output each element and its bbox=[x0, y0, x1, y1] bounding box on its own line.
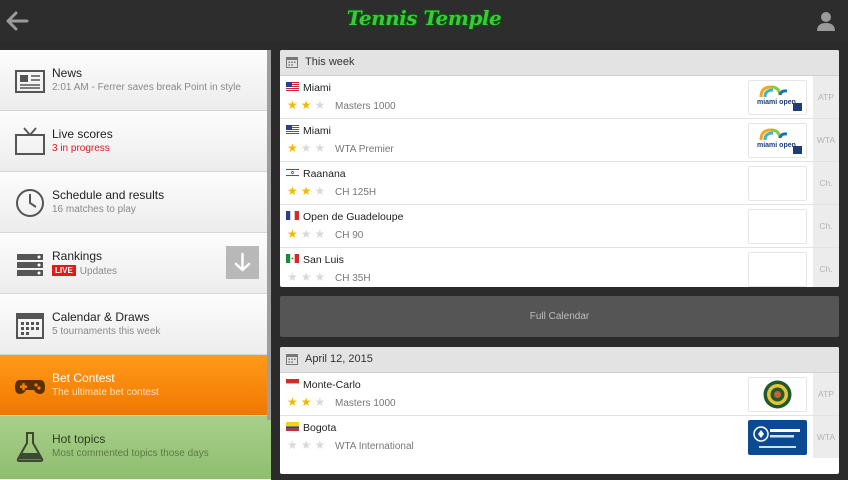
flask-icon bbox=[16, 432, 44, 462]
tournament-row[interactable]: Miami ★★★ WTA Premier miami open WTA bbox=[280, 119, 839, 162]
sidebar-item-label: Live scores bbox=[52, 127, 113, 141]
flag-fr-icon bbox=[286, 211, 299, 220]
tournament-category: Masters 1000 bbox=[335, 398, 396, 409]
tournament-logo-empty bbox=[748, 209, 807, 244]
live-badge: LIVE bbox=[52, 265, 76, 276]
tv-icon bbox=[15, 127, 45, 155]
rating-stars: ★★★ bbox=[287, 227, 329, 241]
bbva-colsanitas-logo bbox=[748, 420, 807, 455]
sidebar-scrollbar[interactable] bbox=[267, 50, 271, 420]
miami-open-logo: miami open bbox=[748, 80, 807, 115]
sidebar-item-subtitle: 5 tournaments this week bbox=[52, 326, 161, 337]
sidebar-item-rankings[interactable]: Rankings LIVE Updates bbox=[0, 233, 271, 294]
flag-mx-icon bbox=[286, 254, 299, 263]
full-calendar-button[interactable]: Full Calendar bbox=[280, 296, 839, 337]
tournament-logo-empty bbox=[748, 166, 807, 201]
flag-co-icon bbox=[286, 422, 299, 431]
rating-stars: ★★★ bbox=[287, 270, 329, 284]
top-bar: Tennis Temple bbox=[0, 0, 848, 42]
tournament-logo-empty bbox=[748, 252, 807, 287]
download-button[interactable] bbox=[226, 246, 259, 279]
tournament-name: Open de Guadeloupe bbox=[303, 211, 404, 223]
rating-stars: ★★★ bbox=[287, 395, 329, 409]
svg-text:miami open: miami open bbox=[757, 99, 796, 106]
tournament-name: Monte-Carlo bbox=[303, 379, 361, 391]
calendar-icon bbox=[16, 313, 44, 339]
rating-stars: ★★★ bbox=[287, 438, 329, 452]
calendar-small-icon bbox=[286, 354, 298, 365]
app-logo: Tennis Temple bbox=[346, 6, 502, 30]
rankings-list-icon bbox=[17, 254, 43, 276]
tournament-row[interactable]: Monte-Carlo ★★★ Masters 1000 ATP bbox=[280, 373, 839, 416]
sidebar-item-subtitle: LIVE Updates bbox=[52, 265, 117, 277]
tournament-category: CH 90 bbox=[335, 230, 364, 241]
svg-text:miami open: miami open bbox=[757, 142, 796, 149]
sidebar-item-subtitle: 3 in progress bbox=[52, 143, 110, 154]
sidebar-item-subtitle: 2:01 AM - Ferrer saves break Point in st… bbox=[52, 82, 241, 93]
sidebar-item-calendar-draws[interactable]: Calendar & Draws 5 tournaments this week bbox=[0, 294, 271, 355]
tournament-category: CH 35H bbox=[335, 273, 371, 284]
tournament-category: Masters 1000 bbox=[335, 101, 396, 112]
april-panel: April 12, 2015 Monte-Carlo ★★★ Masters 1… bbox=[280, 347, 839, 474]
sidebar-item-label: Calendar & Draws bbox=[52, 310, 150, 324]
monte-carlo-logo bbox=[748, 377, 807, 412]
tournament-name: Miami bbox=[303, 125, 331, 137]
miami-open-logo: miami open bbox=[748, 123, 807, 158]
sidebar-item-subtitle: The ultimate bet contest bbox=[52, 387, 159, 398]
flag-us-icon bbox=[286, 82, 299, 91]
sidebar-item-bet-contest[interactable]: Bet Contest The ultimate bet contest bbox=[0, 355, 271, 416]
tour-label: ATP bbox=[813, 373, 839, 415]
tournament-name: San Luis bbox=[303, 254, 344, 266]
newspaper-icon bbox=[15, 70, 45, 93]
tournament-row[interactable]: Open de Guadeloupe ★★★ CH 90 Ch. bbox=[280, 205, 839, 248]
sidebar-item-live-scores[interactable]: Live scores 3 in progress bbox=[0, 111, 271, 172]
section-title: April 12, 2015 bbox=[305, 353, 373, 365]
tournament-row[interactable]: Raanana ★★★ CH 125H Ch. bbox=[280, 162, 839, 205]
sidebar-item-label: News bbox=[52, 66, 83, 80]
tour-label: Ch. bbox=[813, 248, 839, 287]
sidebar-item-schedule-results[interactable]: Schedule and results 16 matches to play bbox=[0, 172, 271, 233]
tournament-row[interactable]: San Luis ★★★ CH 35H Ch. bbox=[280, 248, 839, 287]
rankings-subtitle-text: Updates bbox=[79, 266, 118, 277]
tour-label: WTA bbox=[813, 416, 839, 458]
sidebar-item-label: Schedule and results bbox=[52, 188, 165, 202]
calendar-small-icon bbox=[286, 57, 298, 68]
arrow-down-icon bbox=[234, 252, 251, 272]
flag-il-icon bbox=[286, 168, 299, 177]
tournament-name: Raanana bbox=[303, 168, 346, 180]
sidebar-item-label: Rankings bbox=[52, 249, 103, 263]
tour-label: ATP bbox=[813, 76, 839, 118]
tournament-row[interactable]: Bogota ★★★ WTA International WTA bbox=[280, 416, 839, 458]
rating-stars: ★★★ bbox=[287, 98, 329, 112]
rating-stars: ★★★ bbox=[287, 184, 329, 198]
sidebar-menu: News 2:01 AM - Ferrer saves break Point … bbox=[0, 50, 271, 480]
section-header: This week bbox=[280, 50, 839, 76]
tour-label: Ch. bbox=[813, 162, 839, 204]
tour-label: Ch. bbox=[813, 205, 839, 247]
sidebar-item-hot-topics[interactable]: Hot topics Most commented topics those d… bbox=[0, 416, 271, 479]
sidebar-item-news[interactable]: News 2:01 AM - Ferrer saves break Point … bbox=[0, 50, 271, 111]
sidebar-item-subtitle: 16 matches to play bbox=[52, 204, 136, 215]
user-profile-icon[interactable] bbox=[816, 10, 836, 32]
flag-us-icon bbox=[286, 125, 299, 134]
sidebar-item-subtitle: Most commented topics those days bbox=[52, 448, 209, 459]
tournament-row[interactable]: Miami ★★★ Masters 1000 miami open ATP bbox=[280, 76, 839, 119]
rating-stars: ★★★ bbox=[287, 141, 329, 155]
section-header: April 12, 2015 bbox=[280, 347, 839, 373]
this-week-panel: This week Miami ★★★ Masters 1000 miami o… bbox=[280, 50, 839, 287]
section-title: This week bbox=[305, 56, 355, 68]
gamepad-icon bbox=[15, 380, 45, 394]
tournament-name: Miami bbox=[303, 82, 331, 94]
tournament-category: WTA International bbox=[335, 441, 414, 452]
tournament-category: CH 125H bbox=[335, 187, 377, 198]
tour-label: WTA bbox=[813, 119, 839, 161]
flag-mc-icon bbox=[286, 379, 299, 388]
clock-icon bbox=[16, 189, 44, 217]
sidebar-item-label: Bet Contest bbox=[52, 371, 115, 385]
tournament-category: WTA Premier bbox=[335, 144, 394, 155]
sidebar-item-label: Hot topics bbox=[52, 432, 106, 446]
tournament-name: Bogota bbox=[303, 422, 337, 434]
